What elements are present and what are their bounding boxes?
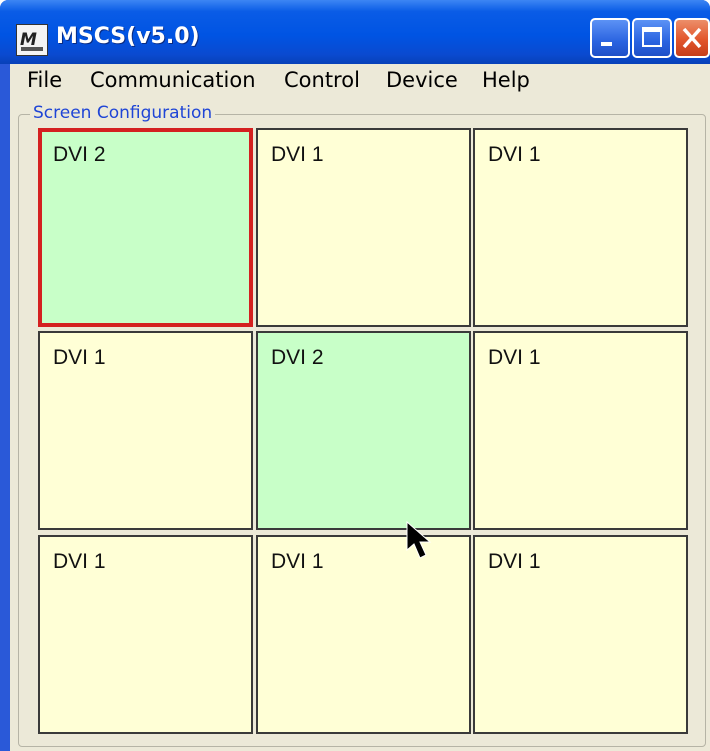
cell-source-label: DVI 1 — [53, 346, 106, 369]
close-button[interactable] — [674, 18, 710, 58]
screen-cell-r3-c1[interactable]: DVI 1 — [38, 535, 253, 734]
menu-bar: File Communication Control Device Help — [10, 64, 710, 98]
title-bar[interactable]: M MSCS(v5.0) — [0, 0, 710, 64]
maximize-icon — [642, 27, 662, 47]
screen-cell-r2-c2[interactable]: DVI 2 — [256, 331, 471, 530]
cell-source-label: DVI 2 — [271, 346, 324, 369]
screen-cell-r1-c1[interactable]: DVI 2 — [38, 128, 253, 327]
menu-file[interactable]: File — [27, 68, 62, 92]
app-logo-icon[interactable]: M — [16, 24, 48, 56]
cell-source-label: DVI 1 — [488, 143, 541, 166]
cell-source-label: DVI 1 — [271, 550, 324, 573]
screen-cell-r2-c1[interactable]: DVI 1 — [38, 331, 253, 530]
menu-communication[interactable]: Communication — [90, 68, 256, 92]
cell-source-label: DVI 2 — [53, 143, 106, 166]
close-icon — [682, 27, 702, 49]
client-area: File Communication Control Device Help S… — [10, 64, 710, 751]
screen-cell-r3-c3[interactable]: DVI 1 — [473, 535, 688, 734]
screen-cell-r1-c3[interactable]: DVI 1 — [473, 128, 688, 327]
screen-cell-r2-c3[interactable]: DVI 1 — [473, 331, 688, 530]
cell-source-label: DVI 1 — [271, 143, 324, 166]
cell-source-label: DVI 1 — [488, 550, 541, 573]
minimize-icon — [601, 42, 612, 46]
cell-source-label: DVI 1 — [53, 550, 106, 573]
menu-help[interactable]: Help — [482, 68, 530, 92]
screen-cell-r3-c2[interactable]: DVI 1 — [256, 535, 471, 734]
app-window: M MSCS(v5.0) File Communication Control … — [0, 0, 710, 751]
menu-control[interactable]: Control — [284, 68, 360, 92]
minimize-button[interactable] — [590, 18, 630, 58]
menu-device[interactable]: Device — [386, 68, 458, 92]
group-label: Screen Configuration — [30, 103, 216, 123]
window-title: MSCS(v5.0) — [56, 24, 200, 49]
screen-cell-r1-c2[interactable]: DVI 1 — [256, 128, 471, 327]
mouse-pointer-icon — [406, 520, 432, 559]
maximize-button[interactable] — [632, 18, 672, 58]
cell-source-label: DVI 1 — [488, 346, 541, 369]
